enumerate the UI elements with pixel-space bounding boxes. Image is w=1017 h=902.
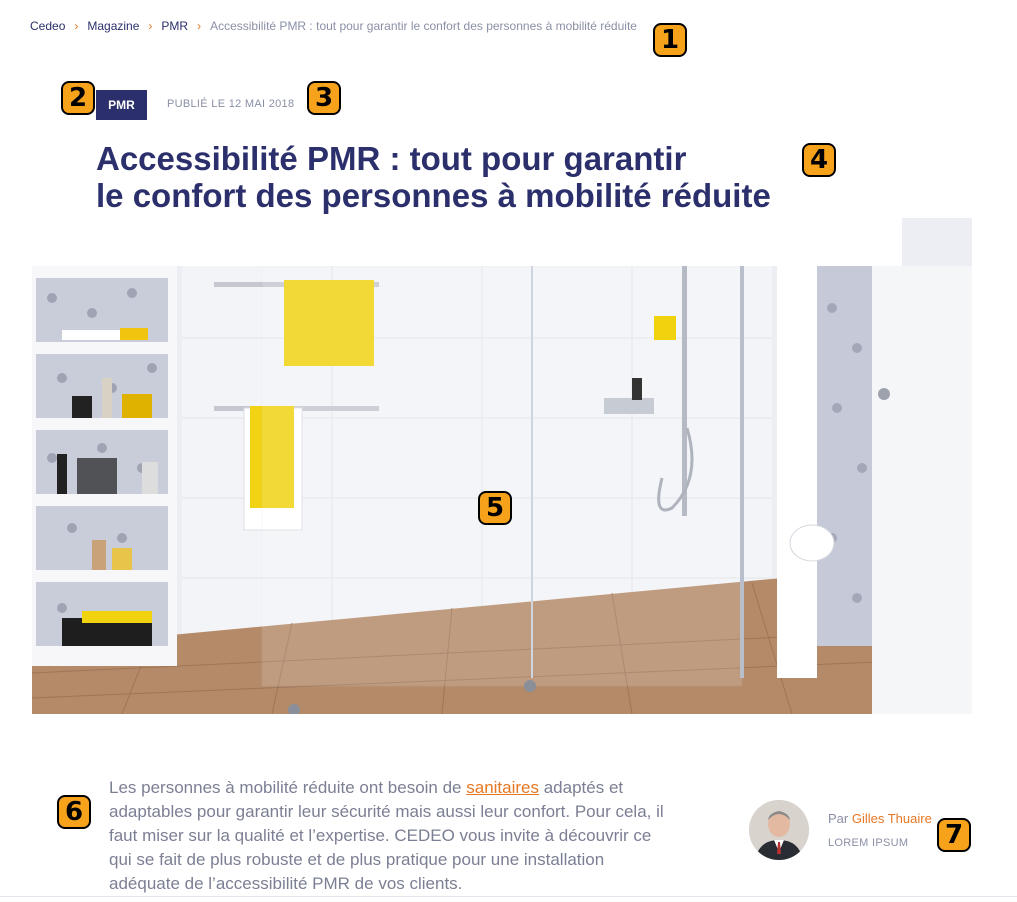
sanitaires-link[interactable]: sanitaires [466, 778, 539, 797]
chevron-right-icon: › [148, 19, 153, 33]
annotation-badge-6: 6 [59, 797, 89, 827]
author-photo [749, 800, 809, 860]
author-prefix: Par [828, 811, 852, 826]
chevron-right-icon: › [197, 19, 202, 33]
annotation-badge-4: 4 [804, 145, 834, 175]
title-line-2: le confort des personnes à mobilité rédu… [96, 177, 771, 214]
chevron-right-icon: › [74, 19, 79, 33]
author-role: LOREM IPSUM [828, 837, 909, 849]
page-title: Accessibilité PMR : tout pour garantir l… [96, 140, 856, 214]
breadcrumb: Cedeo › Magazine › PMR › Accessibilité PMR : t… [30, 19, 637, 33]
intro-text-start: Les personnes à mobilité réduite ont bes… [109, 778, 467, 797]
hero-image [32, 218, 972, 714]
annotation-badge-1: 1 [655, 25, 685, 55]
annotation-badge-3: 3 [309, 83, 339, 113]
author-byline: Par Gilles Thuaire [828, 811, 932, 826]
category-tag[interactable]: PMR [96, 90, 147, 120]
annotation-badge-2: 2 [63, 83, 93, 113]
bathroom-illustration [32, 218, 972, 714]
annotation-badge-7: 7 [939, 820, 969, 850]
divider [0, 896, 1017, 897]
breadcrumb-link-magazine[interactable]: Magazine [87, 19, 139, 33]
breadcrumb-link-cedeo[interactable]: Cedeo [30, 19, 65, 33]
breadcrumb-link-pmr[interactable]: PMR [161, 19, 188, 33]
article-intro: Les personnes à mobilité réduite ont bes… [109, 776, 669, 896]
breadcrumb-current: Accessibilité PMR : tout pour garantir l… [210, 19, 637, 33]
title-line-1: Accessibilité PMR : tout pour garantir [96, 140, 687, 177]
author-name-link[interactable]: Gilles Thuaire [852, 811, 932, 826]
annotation-badge-5: 5 [480, 493, 510, 523]
avatar[interactable] [749, 800, 809, 860]
publish-date: PUBLIÉ LE 12 MAI 2018 [167, 98, 295, 110]
